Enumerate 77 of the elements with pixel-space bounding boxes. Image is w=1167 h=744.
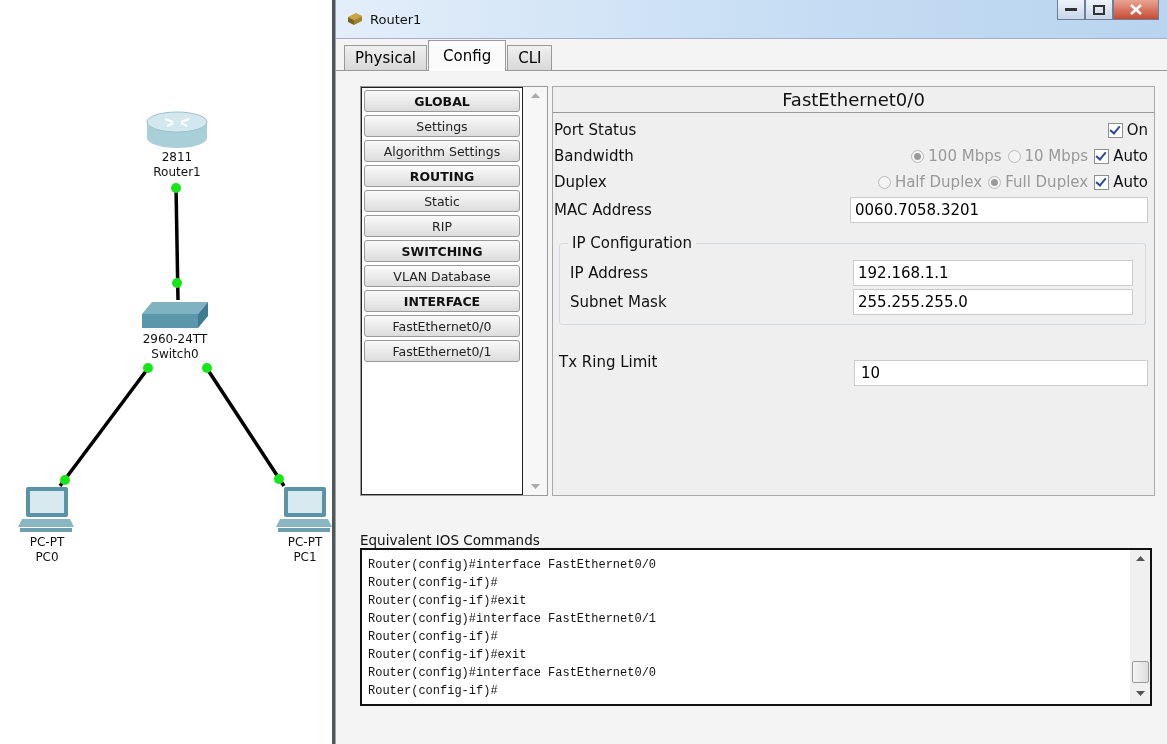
- maximize-button[interactable]: [1085, 0, 1113, 20]
- menu-item[interactable]: Static: [364, 190, 520, 212]
- command-line: Router(config)#interface FastEthernet0/0: [368, 665, 658, 682]
- checkbox-label: On: [1126, 121, 1148, 139]
- panel-title: FastEthernet0/0: [553, 87, 1154, 113]
- device-name-label: Switch0: [151, 347, 199, 362]
- device-model-label: PC-PT: [29, 535, 65, 550]
- device-model-label: PC-PT: [287, 535, 323, 550]
- radio-label: Half Duplex: [894, 173, 983, 191]
- menu-item[interactable]: INTERFACE: [364, 290, 520, 312]
- link-status-dot: [171, 183, 181, 193]
- mac-address-field[interactable]: 0060.7058.3201: [850, 197, 1148, 223]
- radio-label: Full Duplex: [1005, 173, 1089, 191]
- minimize-button[interactable]: [1057, 0, 1085, 20]
- radio-label: 100 Mbps: [928, 147, 1002, 165]
- checkbox-label: Auto: [1113, 173, 1148, 191]
- menu-item[interactable]: FastEthernet0/0: [364, 315, 520, 337]
- radio-label: 10 Mbps: [1024, 147, 1089, 165]
- input-field[interactable]: 255.255.255.0: [853, 288, 1133, 315]
- section-label: Equivalent IOS Commands: [360, 532, 541, 548]
- command-line: Router(config)#interface FastEthernet0/1: [368, 611, 658, 628]
- menu-item[interactable]: Settings: [364, 115, 520, 137]
- link-status-dot: [172, 278, 182, 288]
- group-title: IP Configuration: [568, 234, 696, 252]
- command-line: Router(config-if)#: [368, 575, 499, 592]
- link-status-dot: [60, 475, 70, 485]
- window-title: Router1: [370, 11, 422, 27]
- command-line: Router(config-if)#: [368, 683, 499, 700]
- menu-item[interactable]: FastEthernet0/1: [364, 340, 520, 362]
- checkbox[interactable]: [1107, 122, 1123, 138]
- checkbox[interactable]: [1094, 148, 1110, 164]
- radio-button[interactable]: [911, 149, 925, 163]
- command-line: Router(config)#interface FastEthernet0/0: [368, 557, 658, 574]
- scroll-thumb[interactable]: [1131, 661, 1149, 683]
- input-field[interactable]: 192.168.1.1: [853, 259, 1133, 286]
- link-status-dot: [143, 363, 153, 373]
- device-model-label: 2811: [161, 150, 193, 165]
- computer-icon[interactable]: [276, 485, 334, 535]
- field-label: Bandwidth: [554, 147, 634, 165]
- menu-item[interactable]: RIP: [364, 215, 520, 237]
- scroll-down-icon[interactable]: [1135, 691, 1145, 696]
- checkbox-label: Auto: [1113, 147, 1148, 165]
- computer-icon[interactable]: [18, 485, 76, 535]
- menu-item[interactable]: Algorithm Settings: [364, 140, 520, 162]
- field-label: Tx Ring Limit: [559, 353, 658, 371]
- command-line: Router(config-if)#exit: [368, 593, 528, 610]
- field-label: Port Status: [554, 121, 637, 139]
- tab[interactable]: Physical: [344, 45, 428, 70]
- command-line: Router(config-if)#: [368, 629, 499, 646]
- radio-button[interactable]: [1007, 149, 1021, 163]
- menu-item[interactable]: VLAN Database: [364, 265, 520, 287]
- device-name-label: Router1: [153, 165, 201, 180]
- field-label: Duplex: [554, 173, 607, 191]
- device-name-label: PC0: [35, 550, 59, 565]
- tx-ring-limit-field[interactable]: 10: [854, 360, 1148, 386]
- link-status-dot: [202, 363, 212, 373]
- tab[interactable]: CLI: [507, 45, 553, 70]
- radio-button[interactable]: [988, 175, 1002, 189]
- menu-item[interactable]: GLOBAL: [364, 90, 520, 112]
- maximize-icon: [1093, 4, 1105, 15]
- radio-button[interactable]: [877, 175, 891, 189]
- scrollbar[interactable]: [1130, 550, 1150, 704]
- field-label: IP Address: [570, 263, 648, 282]
- command-line: Router(config-if)#exit: [368, 647, 528, 664]
- tab[interactable]: Config: [428, 40, 507, 71]
- link-status-dot: [274, 474, 284, 484]
- menu-item[interactable]: ROUTING: [364, 165, 520, 187]
- scroll-up-icon[interactable]: [1135, 556, 1145, 561]
- device-model-label: 2960-24TT: [142, 332, 208, 347]
- device-name-label: PC1: [293, 550, 317, 565]
- field-label: Subnet Mask: [570, 292, 667, 311]
- close-button[interactable]: [1113, 0, 1159, 20]
- menu-item[interactable]: SWITCHING: [364, 240, 520, 262]
- checkbox[interactable]: [1094, 174, 1110, 190]
- minimize-icon: [1065, 7, 1077, 12]
- close-icon: [1130, 4, 1142, 15]
- field-label: MAC Address: [554, 201, 652, 219]
